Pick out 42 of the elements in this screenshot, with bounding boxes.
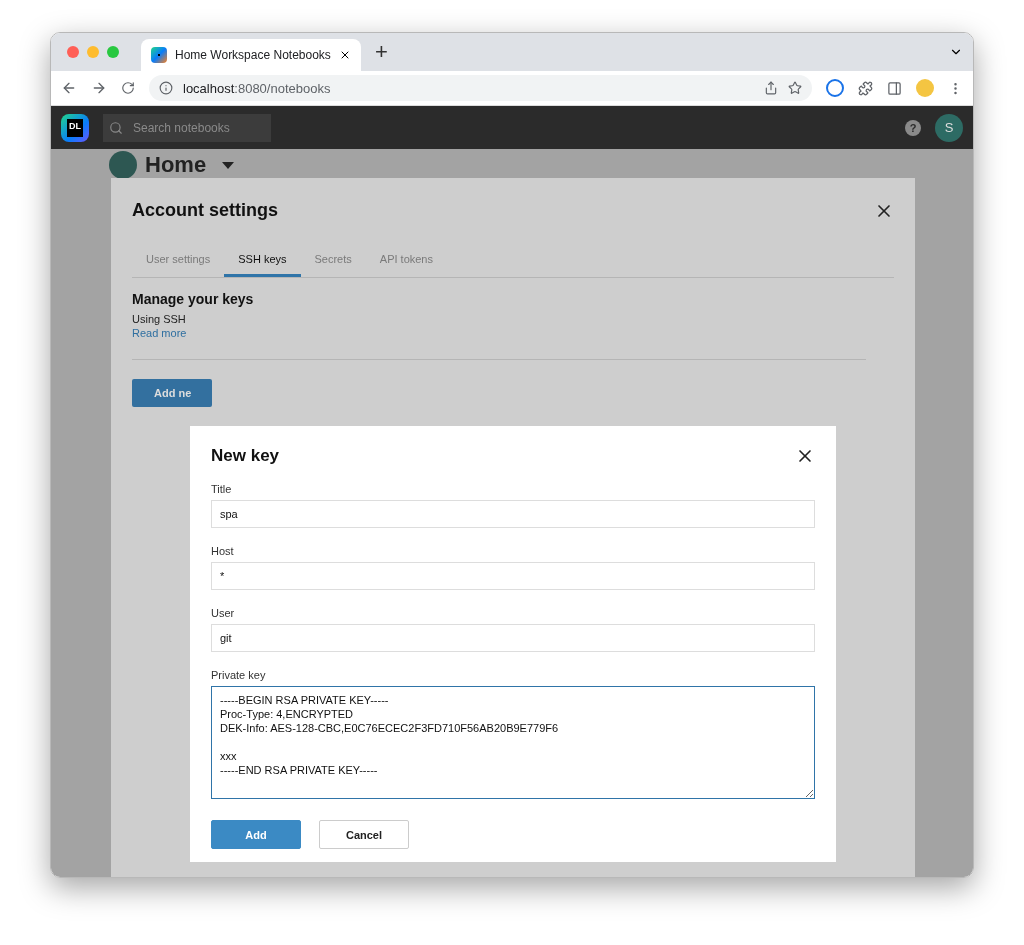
private-key-field[interactable]: -----BEGIN RSA PRIVATE KEY----- Proc-Type: 4,ENCRYPTED DEK-Info: AES-128-CBC,E0C76ECEC2F3FD710F56AB20B9E779F6 xxx -----END RSA PRIVATE KEY-----: [211, 686, 815, 799]
user-avatar[interactable]: S: [935, 113, 963, 142]
dialog-title: New key: [211, 446, 280, 466]
puzzle-icon[interactable]: [858, 80, 873, 96]
settings-tab[interactable]: SSH keys: [224, 243, 301, 277]
close-icon[interactable]: [339, 49, 351, 61]
star-icon[interactable]: [788, 81, 802, 95]
cancel-button[interactable]: Cancel: [319, 820, 409, 849]
add-new-button[interactable]: Add ne: [132, 379, 212, 407]
search-input[interactable]: Search notebooks: [131, 119, 265, 136]
dialog-title: Account settings: [132, 200, 278, 221]
search-icon: [109, 120, 123, 135]
reload-icon[interactable]: [121, 81, 135, 95]
read-more-link[interactable]: Read more: [132, 327, 894, 339]
info-icon[interactable]: [159, 81, 173, 95]
favicon-icon: [151, 47, 167, 63]
tab-title: Home Workspace Notebooks: [175, 48, 331, 62]
text-field[interactable]: git: [211, 624, 815, 652]
text-field[interactable]: *: [211, 562, 815, 590]
field-label: User: [211, 607, 236, 619]
caret-icon[interactable]: [222, 161, 235, 169]
workspace-title: Home: [145, 152, 207, 178]
section-description: Using SSH: [132, 313, 187, 325]
workspace-avatar: [109, 151, 137, 179]
forward-icon[interactable]: [91, 80, 107, 96]
help-icon[interactable]: ?: [905, 119, 921, 136]
section-title: Manage your keys: [132, 291, 255, 307]
field-label: Host: [211, 545, 235, 557]
address-bar[interactable]: localhost:8080/notebooks: [149, 75, 812, 101]
new-tab-button[interactable]: +: [367, 39, 396, 65]
password-manager-icon[interactable]: [826, 79, 844, 97]
app-logo[interactable]: DL: [61, 113, 89, 142]
add-button[interactable]: Add: [211, 820, 301, 849]
url-text: localhost:8080/notebooks: [183, 80, 331, 96]
search-bar[interactable]: Search notebooks: [103, 113, 271, 142]
field-label: Private key: [211, 669, 267, 681]
field-label: Title: [211, 483, 233, 495]
text-field[interactable]: spa: [211, 500, 815, 528]
share-icon[interactable]: [764, 81, 778, 95]
side-panel-icon[interactable]: [887, 80, 902, 96]
browser-tab[interactable]: Home Workspace Notebooks: [141, 39, 361, 71]
back-icon[interactable]: [61, 80, 77, 96]
